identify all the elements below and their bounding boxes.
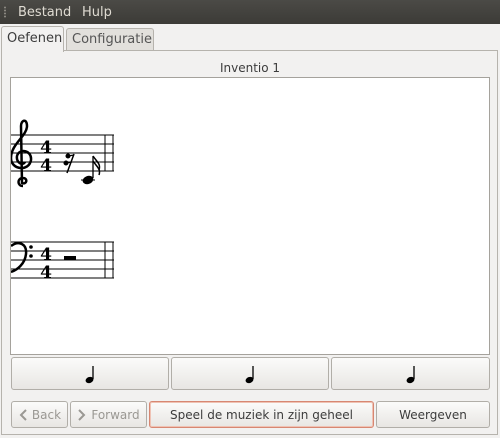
menubar-grip-icon [3, 6, 7, 18]
quarter-note-icon [85, 365, 94, 383]
score-svg: 4 4 4 4 [11, 119, 114, 283]
answer-button-1[interactable] [11, 357, 169, 390]
treble-time-bottom: 4 [40, 156, 52, 176]
piece-title: Inventio 1 [219, 61, 281, 75]
arrow-right-icon [78, 408, 86, 421]
sixteenth-rest-icon [63, 153, 75, 174]
quarter-note-icon [245, 365, 254, 383]
forward-button-label: Forward [91, 407, 140, 422]
treble-time-top: 4 [40, 138, 52, 158]
forward-button[interactable]: Forward [70, 401, 147, 428]
show-button[interactable]: Weergeven [376, 401, 490, 428]
tab-oefenen[interactable]: Oefenen [1, 26, 64, 52]
bass-clef-icon [11, 242, 33, 274]
answer-button-2[interactable] [171, 357, 329, 390]
answer-button-3[interactable] [331, 357, 490, 390]
play-music-button[interactable]: Speel de muziek in zijn geheel [149, 401, 374, 428]
half-rest-icon [64, 256, 76, 260]
show-button-label: Weergeven [399, 407, 467, 422]
menubar: Bestand Hulp [0, 0, 500, 24]
back-button-label: Back [31, 407, 62, 422]
bass-time-top: 4 [40, 245, 52, 265]
back-button[interactable]: Back [11, 401, 68, 428]
quarter-note-icon [406, 365, 415, 383]
menu-hulp[interactable]: Hulp [82, 5, 112, 20]
tab-configuratie[interactable]: Configuratie [66, 28, 154, 50]
arrow-left-icon [19, 408, 27, 421]
score-view: 4 4 4 4 [10, 77, 490, 355]
menu-bestand[interactable]: Bestand [18, 5, 71, 20]
play-music-button-label: Speel de muziek in zijn geheel [170, 407, 353, 422]
bass-time-bottom: 4 [40, 263, 52, 283]
